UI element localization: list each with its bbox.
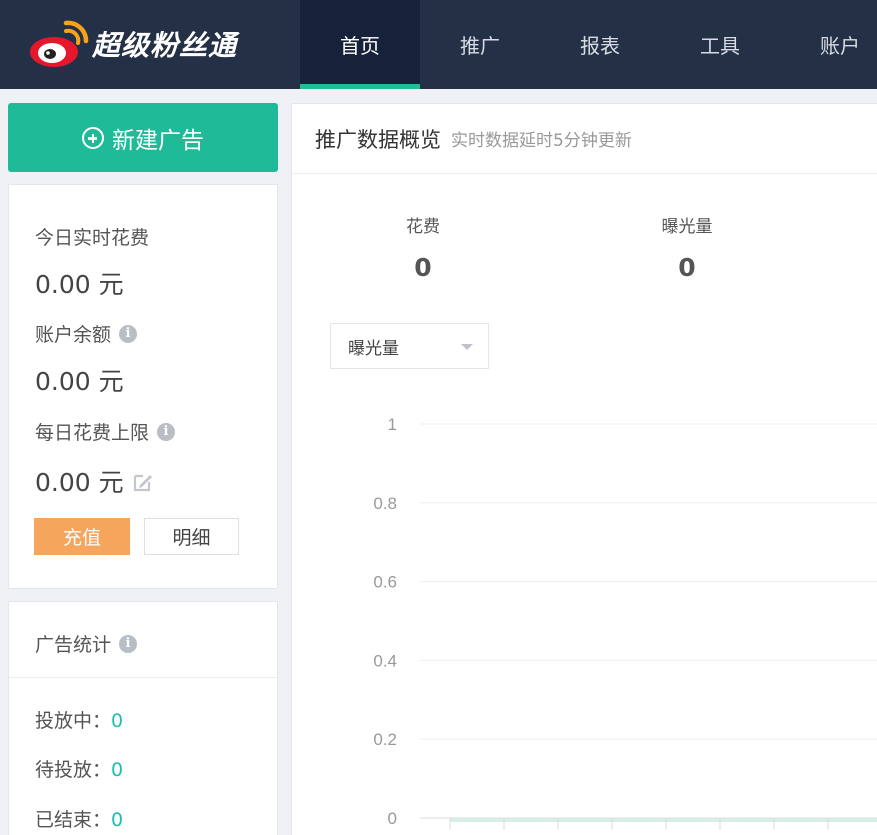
main-nav: 首页 推广 报表 工具 账户	[300, 0, 877, 89]
today-spend-value: 0.00 元	[35, 270, 124, 299]
y-tick-label: 0.6	[373, 573, 397, 592]
series-baseline	[450, 818, 877, 822]
new-ad-label: 新建广告	[112, 127, 204, 154]
stat-row-running[interactable]: 投放中：0	[35, 706, 123, 733]
info-icon[interactable]: i	[119, 634, 138, 653]
new-ad-button[interactable]: 新建广告	[8, 103, 278, 172]
daily-limit-label: 每日花费上限 i	[35, 418, 176, 445]
metric-impressions: 曝光量 0	[627, 212, 747, 282]
stat-value[interactable]: 0	[111, 809, 123, 831]
y-tick-label: 1	[388, 415, 397, 434]
stat-label: 已结束：	[35, 809, 112, 831]
nav-item-tools[interactable]: 工具	[660, 0, 780, 89]
y-tick-label: 0.8	[373, 494, 397, 513]
impressions-chart: 1 0.8 0.6 0.4 0.2 0	[373, 415, 877, 830]
account-balance-label: 账户余额 i	[35, 320, 138, 347]
edit-icon[interactable]	[132, 470, 154, 492]
info-icon[interactable]: i	[119, 324, 138, 343]
ad-stats-title-text: 广告统计	[35, 634, 112, 656]
stat-value[interactable]: 0	[111, 759, 123, 781]
overview-card: 推广数据概览 实时数据延时5分钟更新 花费 0 曝光量 0 曝光量 1 0.8 0.…	[291, 103, 877, 835]
metric-spend: 花费 0	[363, 212, 483, 282]
ad-stats-card: 广告统计 i 投放中：0 待投放：0 已结束：0	[8, 601, 278, 835]
metric-value: 0	[414, 253, 432, 282]
ad-stats-title: 广告统计 i	[35, 630, 138, 657]
overview-title: 推广数据概览	[315, 127, 441, 152]
metric-value: 0	[678, 253, 696, 282]
today-spend-label-text: 今日实时花费	[35, 227, 150, 249]
balance-card: 今日实时花费 0.00 元 账户余额 i 0.00 元 每日花费上限 i 0.0…	[8, 184, 278, 589]
y-tick-label: 0	[388, 809, 397, 828]
stat-value[interactable]: 0	[111, 710, 123, 732]
daily-limit-value: 0.00 元	[35, 468, 124, 497]
nav-item-home[interactable]: 首页	[300, 0, 420, 89]
stat-label: 待投放：	[35, 759, 112, 781]
daily-limit-row: 0.00 元	[35, 463, 154, 499]
metric-select[interactable]: 曝光量	[330, 323, 489, 369]
stat-label: 投放中：	[35, 710, 112, 732]
y-tick-label: 0.4	[373, 651, 397, 670]
nav-item-reports[interactable]: 报表	[540, 0, 660, 89]
y-tick-label: 0.2	[373, 730, 397, 749]
detail-button[interactable]: 明细	[144, 518, 239, 555]
stat-row-ended[interactable]: 已结束：0	[35, 805, 123, 832]
metric-select-value: 曝光量	[348, 338, 399, 359]
overview-subtitle: 实时数据延时5分钟更新	[451, 131, 632, 151]
top-navigation-bar: 超级粉丝通 首页 推广 报表 工具 账户	[0, 0, 877, 89]
ad-stats-header: 广告统计 i	[9, 602, 277, 678]
daily-limit-label-text: 每日花费上限	[35, 422, 150, 444]
nav-item-promote[interactable]: 推广	[420, 0, 540, 89]
plus-circle-icon	[82, 126, 104, 149]
brand-name: 超级粉丝通	[92, 29, 238, 62]
stat-row-pending[interactable]: 待投放：0	[35, 755, 123, 782]
today-spend-label: 今日实时花费	[35, 223, 149, 250]
chevron-down-icon	[461, 344, 473, 350]
metric-label: 花费	[406, 217, 440, 237]
account-balance-label-text: 账户余额	[35, 324, 112, 346]
nav-item-account[interactable]: 账户	[780, 0, 877, 89]
account-balance-value: 0.00 元	[35, 367, 124, 396]
weibo-logo-icon	[28, 19, 90, 69]
metric-label: 曝光量	[661, 217, 713, 237]
recharge-button[interactable]: 充值	[34, 518, 130, 555]
info-icon[interactable]: i	[157, 422, 176, 441]
brand-logo[interactable]: 超级粉丝通	[28, 18, 237, 70]
overview-header: 推广数据概览 实时数据延时5分钟更新	[292, 104, 877, 174]
